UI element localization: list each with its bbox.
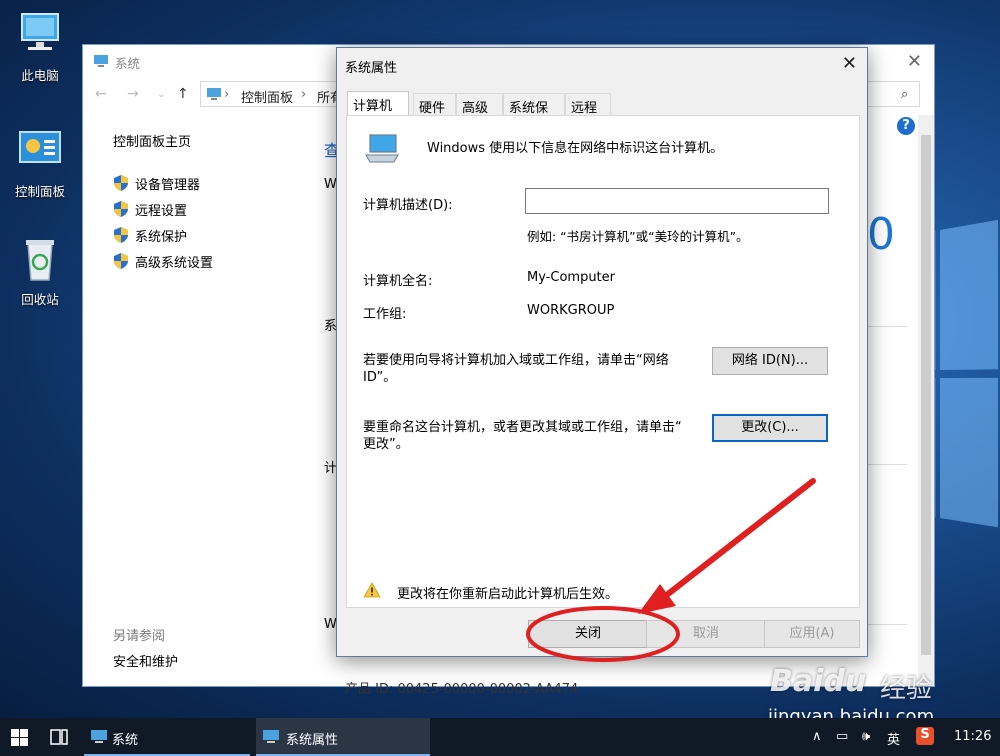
back-arrow-icon[interactable]: ← <box>95 86 107 102</box>
divider <box>867 464 907 465</box>
control-panel-small-icon <box>207 88 221 100</box>
search-icon[interactable]: ⌕ <box>901 87 908 102</box>
this-pc-icon <box>21 13 59 50</box>
network-id-description-line2: ID”。 <box>363 370 397 385</box>
desktop-icon-label: 控制面板 <box>14 184 65 199</box>
sidebar-home-link[interactable]: 控制面板主页 <box>113 131 313 150</box>
description-example-text: 例如: “书房计算机”或“美玲的计算机”。 <box>527 229 749 244</box>
sogou-ime-icon[interactable]: S <box>916 727 934 745</box>
desktop-icon-recycle-bin[interactable]: 回收站 <box>4 236 76 308</box>
tab-system-protection[interactable]: 系统保护 <box>503 93 565 135</box>
change-button[interactable]: 更改(C)... <box>712 414 828 442</box>
warning-icon <box>363 582 381 598</box>
scrollbar[interactable] <box>918 115 934 685</box>
sidebar-item-device-manager[interactable]: 设备管理器 <box>113 174 313 200</box>
sidebar-item-advanced-settings[interactable]: 高级系统设置 <box>113 252 313 278</box>
workgroup-label: 工作组: <box>363 307 407 322</box>
breadcrumb-separator-icon: › <box>224 87 230 102</box>
windows-edition-fragment: W <box>324 177 337 192</box>
input-language-indicator[interactable]: 英 <box>887 729 900 748</box>
help-icon[interactable]: ? <box>897 117 915 135</box>
shield-icon <box>114 253 128 269</box>
tab-computer-name[interactable]: 计算机名 <box>347 91 409 133</box>
computer-description-input[interactable] <box>525 188 829 214</box>
restart-warning-text: 更改将在你重新启动此计算机后生效。 <box>397 587 619 602</box>
desktop-icon-this-pc[interactable]: 此电脑 <box>4 12 76 84</box>
dialog-title: 系统属性 <box>345 61 398 76</box>
shield-icon <box>114 201 128 217</box>
system-properties-dialog: 系统属性 ✕ 计算机名 硬件 高级 系统保护 远程 Windows 使用以下信息… <box>336 47 868 657</box>
sidebar-item-system-protection[interactable]: 系统保护 <box>113 226 313 252</box>
taskbar-item-system-properties[interactable]: 系统属性 <box>256 718 430 756</box>
task-view-button[interactable] <box>42 718 76 756</box>
up-arrow-icon[interactable]: ↑ <box>177 86 189 102</box>
baidu-watermark-logo: Baidu <box>770 664 867 699</box>
show-hidden-icons-chevron-icon[interactable]: ∧ <box>812 729 822 744</box>
cancel-button[interactable]: 取消 <box>646 620 766 648</box>
sidebar-item-label: 系统保护 <box>135 230 188 245</box>
volume-icon[interactable]: 🕪 <box>862 729 870 744</box>
system-window-close-button[interactable]: ✕ <box>907 51 922 72</box>
control-panel-icon <box>19 131 61 163</box>
rename-description-line2: 更改”。 <box>363 437 409 452</box>
taskbar: 系统 系统属性 ∧ ▭ 🕪 英 S 11:26 <box>0 718 1000 756</box>
taskbar-item-label: 系统属性 <box>286 733 339 748</box>
full-name-value: My-Computer <box>527 270 615 285</box>
description-label: 计算机描述(D): <box>363 198 453 213</box>
windows-start-icon <box>11 729 28 746</box>
tab-remote[interactable]: 远程 <box>565 93 611 116</box>
computer-icon <box>365 134 399 163</box>
dialog-close-button[interactable]: ✕ <box>842 53 857 74</box>
scrollbar-thumb[interactable] <box>921 135 931 655</box>
taskbar-item-label: 系统 <box>112 733 139 748</box>
sidebar-item-label: 高级系统设置 <box>135 256 214 271</box>
network-id-button[interactable]: 网络 ID(N)... <box>712 347 828 375</box>
system-icon <box>91 730 107 743</box>
close-button[interactable]: 关闭 <box>528 620 648 648</box>
rename-description-line1: 要重命名这台计算机，或者更改其域或工作组，请单击“ <box>363 420 682 435</box>
shield-icon <box>114 227 128 243</box>
tab-hardware[interactable]: 硬件 <box>413 93 456 116</box>
baidu-watermark-brand: 经验 <box>880 674 933 704</box>
sidebar-item-remote-settings[interactable]: 远程设置 <box>113 200 313 226</box>
divider <box>867 624 907 625</box>
desktop-icon-label: 回收站 <box>21 292 59 307</box>
see-also-heading: 另请参阅 <box>113 629 166 644</box>
network-id-description-line1: 若要使用向导将计算机加入域或工作组，请单击“网络 <box>363 353 669 368</box>
system-properties-icon <box>263 730 279 743</box>
forward-arrow-icon[interactable]: → <box>127 86 139 102</box>
breadcrumb-control-panel[interactable]: 控制面板 <box>241 87 293 106</box>
tab-advanced[interactable]: 高级 <box>456 93 503 116</box>
recycle-bin-icon <box>26 240 54 281</box>
network-icon[interactable]: ▭ <box>836 729 848 744</box>
breadcrumb-separator-icon: › <box>301 87 307 102</box>
product-id-text: 产品 ID: 00425-00000-00002-AA474 <box>345 682 579 697</box>
windows-version-logo-fragment: 0 <box>867 209 895 260</box>
taskbar-item-system[interactable]: 系统 <box>84 718 250 756</box>
intro-text: Windows 使用以下信息在网络中标识这台计算机。 <box>427 141 724 156</box>
full-name-label: 计算机全名: <box>363 274 433 289</box>
system-icon <box>94 55 108 67</box>
desktop-icon-label: 此电脑 <box>21 68 59 83</box>
recent-dropdown-icon[interactable]: ⌄ <box>157 89 165 100</box>
security-maintenance-link[interactable]: 安全和维护 <box>113 651 178 670</box>
sidebar-item-label: 远程设置 <box>135 204 188 219</box>
task-view-icon <box>50 729 68 745</box>
computer-name-panel: Windows 使用以下信息在网络中标识这台计算机。 计算机描述(D): 例如:… <box>346 115 860 608</box>
clock[interactable]: 11:26 <box>954 729 991 744</box>
system-window-title: 系统 <box>115 56 141 71</box>
workgroup-value: WORKGROUP <box>527 303 615 318</box>
shield-icon <box>114 175 128 191</box>
apply-button[interactable]: 应用(A) <box>764 620 860 648</box>
divider <box>867 326 907 327</box>
sidebar-item-label: 设备管理器 <box>135 178 201 193</box>
sidebar: 控制面板主页 设备管理器 远程设置 系统保护 高级系统设置 另请参阅 安全和维护 <box>113 131 313 670</box>
windows-activation-fragment: W <box>324 617 337 632</box>
start-button[interactable] <box>0 718 40 756</box>
desktop-icon-control-panel[interactable]: 控制面板 <box>4 128 76 200</box>
